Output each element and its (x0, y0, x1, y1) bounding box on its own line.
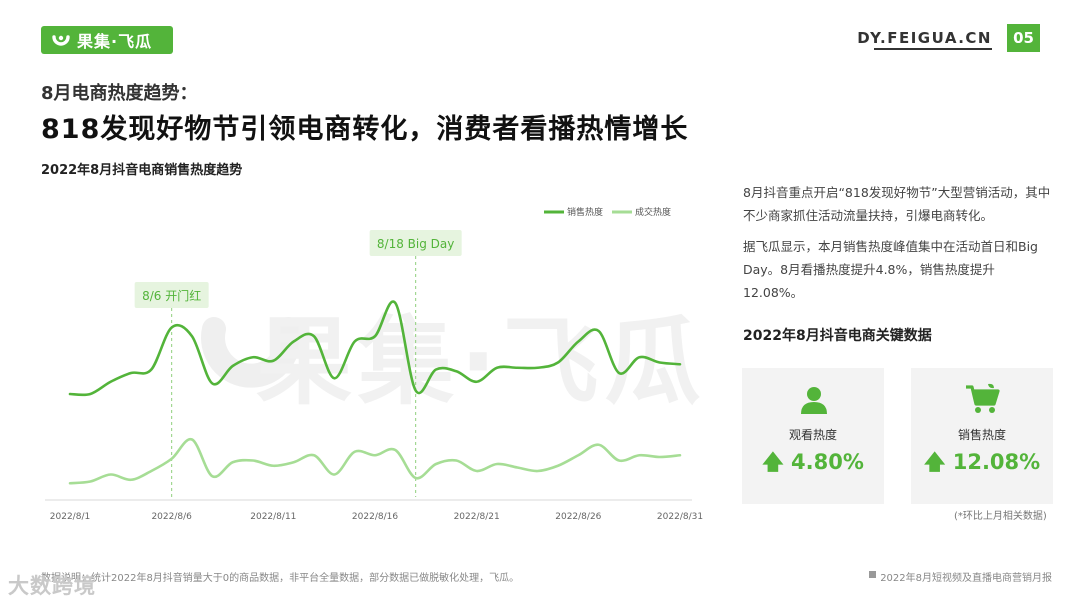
arrow-up-icon: 🡅 (923, 450, 946, 474)
x-tick-label: 2022/8/1 (50, 512, 90, 522)
description-paragraph-1: 8月抖音重点开启“818发现好物节”大型营销活动，其中不少商家抓住活动流量扶持，… (743, 185, 1051, 223)
arrow-up-icon: 🡅 (762, 450, 784, 474)
user-icon (801, 387, 827, 414)
key-data-card-views: 观看热度 🡅 4.80% (742, 368, 884, 504)
card-label: 销售热度 (957, 428, 1006, 442)
cart-icon (966, 383, 1000, 413)
x-tick-label: 2022/8/16 (352, 512, 398, 522)
annotation-label: 8/6 开门红 (142, 288, 201, 303)
x-tick-label: 2022/8/6 (151, 512, 192, 522)
card-label: 观看热度 (788, 428, 837, 442)
footer-square-icon (869, 571, 876, 578)
data-source-note: 数据说明：统计2022年8月抖音销量大于0的商品数据，非平台全量数据，部分数据已… (41, 573, 520, 584)
series-line-deal-heat (68, 437, 682, 485)
key-data-title: 2022年8月抖音电商关键数据 (743, 328, 932, 344)
series-line-sales-heat (68, 300, 682, 397)
card-value: 🡅 4.80% (762, 450, 864, 474)
description-paragraph-2: 据飞瓜显示，本月销售热度峰值集中在活动首日和Big Day。8月看播热度提升4.… (743, 239, 1038, 300)
annotation-label: 8/18 Big Day (377, 237, 454, 251)
card-value: 🡅 12.08% (923, 450, 1041, 474)
corner-watermark: 大数跨境 (8, 574, 96, 598)
x-tick-label: 2022/8/26 (555, 512, 601, 522)
legend-label: 销售热度 (567, 206, 603, 218)
x-tick-label: 2022/8/21 (454, 512, 500, 522)
x-tick-label: 2022/8/11 (250, 512, 296, 522)
report-name: 2022年8月短视频及直播电商营销月报 (880, 573, 1052, 584)
key-data-card-sales: 销售热度 🡅 12.08% (911, 368, 1053, 504)
key-data-note: (*环比上月相关数据) (954, 511, 1047, 522)
legend-label: 成交热度 (635, 206, 671, 218)
x-tick-label: 2022/8/31 (657, 512, 703, 522)
